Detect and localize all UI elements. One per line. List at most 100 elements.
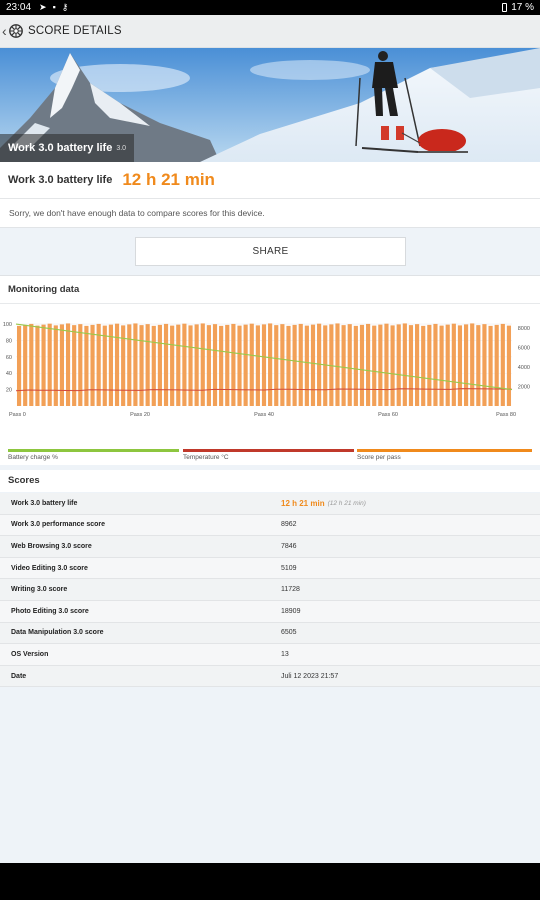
y-tick-label-left: 40	[6, 371, 12, 377]
3dmark-logo-icon	[9, 24, 23, 38]
score-bar	[488, 325, 493, 406]
legend-label-temperature: Temperature °C	[183, 454, 229, 461]
score-bar	[102, 325, 107, 406]
y-tick-label-right: 8000	[518, 326, 530, 332]
legend-swatch-temperature	[183, 449, 354, 452]
score-bar	[72, 325, 77, 406]
table-row: OS Version 13	[0, 644, 540, 666]
score-bar	[29, 323, 34, 406]
score-bar	[200, 323, 205, 406]
score-bar	[231, 323, 236, 406]
y-tick-label-right: 4000	[518, 365, 530, 371]
score-bar	[47, 323, 52, 406]
score-bar	[151, 325, 156, 406]
score-bar	[237, 325, 242, 406]
score-bar	[261, 324, 267, 406]
score-bar	[292, 324, 297, 406]
legend-swatch-score	[357, 449, 532, 452]
score-value: Juli 12 2023 21:57	[281, 672, 339, 680]
score-bar	[219, 325, 224, 406]
legend-label-battery: Battery charge %	[8, 454, 58, 461]
score-value: 5109	[281, 564, 297, 572]
score-bar	[139, 325, 144, 406]
score-bar	[212, 324, 218, 406]
score-bar	[372, 325, 377, 406]
page-title: SCORE DETAILS	[28, 25, 122, 37]
score-bar	[23, 324, 28, 406]
score-bar	[280, 324, 285, 406]
y-tick-label-left: 60	[6, 355, 12, 361]
y-tick-label-left: 100	[3, 322, 12, 328]
status-right: 17 %	[502, 2, 534, 13]
score-bar	[53, 325, 58, 406]
score-bar	[415, 324, 420, 406]
table-row: Work 3.0 performance score 8962	[0, 514, 540, 537]
y-tick-label-left: 80	[6, 338, 12, 344]
monitoring-title: Monitoring data	[8, 284, 80, 295]
score-label: Video Editing 3.0 score	[11, 564, 88, 572]
score-bar	[188, 325, 193, 406]
x-tick-label: Pass 0	[9, 412, 26, 418]
score-bar	[121, 325, 126, 406]
score-bar	[127, 324, 132, 406]
hero-label-text: Work 3.0 battery life	[8, 142, 113, 154]
score-bar	[427, 324, 432, 406]
compare-note: Sorry, we don't have enough data to comp…	[0, 199, 540, 228]
score-bar	[304, 325, 309, 406]
score-bar	[494, 324, 499, 406]
score-bar	[206, 325, 211, 406]
score-bar	[114, 323, 120, 406]
score-bar	[335, 323, 340, 406]
scores-title: Scores	[8, 475, 40, 486]
result-name: Work 3.0 battery life	[8, 174, 113, 186]
score-bar	[384, 323, 389, 406]
score-bar	[41, 324, 46, 406]
score-bar	[163, 323, 169, 406]
score-bar	[249, 323, 254, 406]
share-button[interactable]: SHARE	[135, 237, 406, 266]
divider	[0, 303, 540, 304]
score-value: 8962	[281, 521, 297, 529]
score-bar	[506, 325, 512, 406]
scores-table: Work 3.0 battery life 12 h 21 min (12 h …	[0, 493, 540, 688]
score-bar	[421, 325, 426, 406]
score-bar	[445, 324, 450, 406]
score-bar	[16, 325, 22, 406]
y-tick-label-left: 20	[6, 388, 12, 394]
table-row: Data Manipulation 3.0 score 6505	[0, 622, 540, 645]
notification-icons: ➤ ▪ ⚷	[39, 2, 68, 13]
score-bar	[59, 324, 65, 406]
score-value: 13	[281, 650, 289, 658]
vpn-key-icon: ⚷	[61, 2, 69, 12]
score-bar	[268, 323, 273, 406]
table-row: Photo Editing 3.0 score 18909	[0, 600, 540, 623]
score-label: Data Manipulation 3.0 score	[11, 629, 104, 637]
score-label: Date	[11, 672, 27, 680]
hero-label: Work 3.0 battery life 3.0	[0, 134, 135, 162]
x-tick-label: Pass 40	[254, 412, 274, 418]
score-label: OS Version	[11, 650, 49, 658]
score-bar	[500, 323, 505, 406]
score-bar	[396, 324, 401, 406]
table-row: Date Juli 12 2023 21:57	[0, 665, 540, 688]
score-bar	[439, 325, 444, 406]
result-summary: Work 3.0 battery life 12 h 21 min	[0, 162, 540, 199]
back-arrow-icon[interactable]: ‹	[2, 23, 9, 39]
score-bar	[157, 324, 162, 406]
score-bar	[35, 325, 40, 406]
hero-banner: Work 3.0 battery life 3.0	[0, 48, 540, 162]
lock-icon: ▪	[52, 2, 56, 12]
status-time: 23:04	[6, 2, 32, 13]
score-value: 18909	[281, 607, 301, 615]
score-bar	[463, 324, 469, 406]
x-tick-label: Pass 80	[496, 412, 516, 418]
score-label: Photo Editing 3.0 score	[11, 607, 89, 615]
score-bar	[145, 324, 150, 406]
score-bar	[390, 325, 395, 406]
score-bar	[78, 324, 83, 406]
hero-version: 3.0	[116, 144, 127, 152]
table-row: Video Editing 3.0 score 5109	[0, 557, 540, 580]
y-tick-label-right: 6000	[518, 345, 530, 351]
legend-battery: Battery charge %	[8, 449, 179, 461]
score-bar	[194, 324, 199, 406]
